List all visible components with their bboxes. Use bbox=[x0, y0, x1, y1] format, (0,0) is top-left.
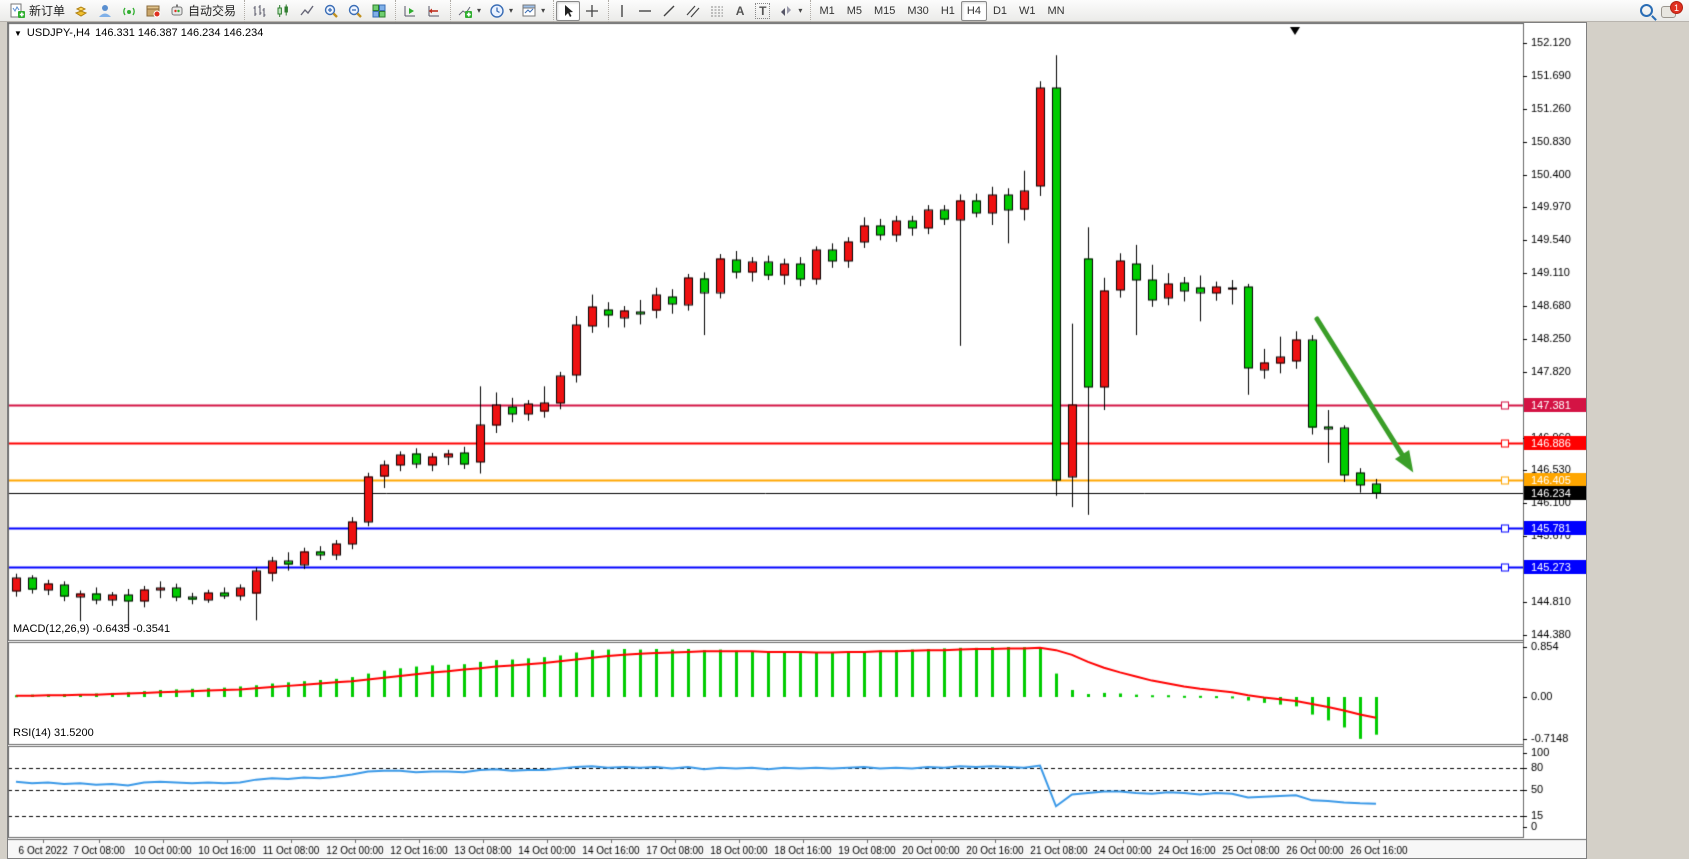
person-icon bbox=[97, 3, 113, 19]
timeframe-h4-button[interactable]: H4 bbox=[961, 1, 987, 21]
notification-badge: 1 bbox=[1670, 1, 1683, 14]
vertical-line-button[interactable] bbox=[611, 1, 633, 21]
auto-scroll-button[interactable] bbox=[398, 1, 422, 21]
timeframe-mn-button[interactable]: MN bbox=[1042, 1, 1071, 21]
arrows-button[interactable]: ▾ bbox=[774, 1, 806, 21]
templates-caret-icon: ▾ bbox=[541, 6, 545, 15]
auto-trading-icon bbox=[169, 3, 185, 19]
periods-caret-icon: ▾ bbox=[509, 6, 513, 15]
toolbar-group-cursor bbox=[553, 0, 606, 22]
toolbar-group-chartmode bbox=[244, 0, 393, 22]
rsi-indicator-label: RSI(14) 31.5200 bbox=[13, 727, 94, 739]
fibonacci-button[interactable] bbox=[705, 1, 729, 21]
horizontal-line-icon bbox=[637, 3, 653, 19]
periods-button[interactable]: ▾ bbox=[485, 1, 517, 21]
timeframe-m30-button[interactable]: M30 bbox=[901, 1, 934, 21]
toolbar-group-objects: A T ▾ bbox=[608, 0, 808, 22]
toolbar-right: 1 bbox=[1640, 3, 1685, 19]
new-order-icon bbox=[10, 3, 26, 19]
line-chart-icon bbox=[299, 3, 315, 19]
price-chart-canvas[interactable] bbox=[8, 23, 1586, 858]
timeframe-w1-button[interactable]: W1 bbox=[1013, 1, 1042, 21]
community-button[interactable] bbox=[93, 1, 117, 21]
chat-button[interactable]: 1 bbox=[1661, 3, 1679, 19]
timeframe-d1-button[interactable]: D1 bbox=[987, 1, 1013, 21]
bar-chart-button[interactable] bbox=[247, 1, 271, 21]
tile-windows-button[interactable] bbox=[367, 1, 391, 21]
arrows-caret-icon: ▾ bbox=[798, 6, 802, 15]
toolbar-group-scroll bbox=[395, 0, 448, 22]
crosshair-icon bbox=[584, 3, 600, 19]
ohlc-quote-label: 146.331 146.387 146.234 146.234 bbox=[95, 27, 263, 39]
timeframe-h1-button[interactable]: H1 bbox=[935, 1, 961, 21]
chart-menu-triangle-icon[interactable]: ▼ bbox=[14, 29, 22, 38]
text-label-icon: T bbox=[755, 3, 770, 19]
timeframe-m1-button[interactable]: M1 bbox=[813, 1, 840, 21]
cursor-arrow-icon bbox=[560, 3, 576, 19]
symbol-period-label: USDJPY-,H4 bbox=[27, 27, 90, 39]
main-toolbar: 新订单 自动交易 bbox=[0, 0, 1689, 22]
fibonacci-icon bbox=[709, 3, 725, 19]
trendline-button[interactable] bbox=[657, 1, 681, 21]
gold-bar-icon bbox=[73, 3, 89, 19]
templates-button[interactable]: ▾ bbox=[517, 1, 549, 21]
macd-indicator-label: MACD(12,26,9) -0.6435 -0.3541 bbox=[13, 623, 170, 635]
line-chart-button[interactable] bbox=[295, 1, 319, 21]
auto-scroll-icon bbox=[402, 3, 418, 19]
candle-chart-icon bbox=[275, 3, 291, 19]
market-box-icon bbox=[145, 3, 161, 19]
shapes-arrows-icon bbox=[778, 3, 794, 19]
timeframe-m5-button[interactable]: M5 bbox=[841, 1, 868, 21]
chart-title: ▼ USDJPY-,H4 146.331 146.387 146.234 146… bbox=[14, 27, 263, 39]
toolbar-group-trade: 新订单 自动交易 bbox=[4, 0, 242, 22]
text-button[interactable]: A bbox=[729, 1, 751, 21]
signal-icon bbox=[121, 3, 137, 19]
template-icon bbox=[521, 3, 537, 19]
bar-chart-icon bbox=[251, 3, 267, 19]
market-button[interactable] bbox=[141, 1, 165, 21]
zoom-in-button[interactable] bbox=[319, 1, 343, 21]
chart-shift-button[interactable] bbox=[422, 1, 446, 21]
chart-shift-icon bbox=[426, 3, 442, 19]
horizontal-line-button[interactable] bbox=[633, 1, 657, 21]
zoom-out-icon bbox=[347, 3, 363, 19]
empty-area bbox=[1588, 22, 1689, 859]
timeframe-m15-button[interactable]: M15 bbox=[868, 1, 901, 21]
auto-trading-button[interactable]: 自动交易 bbox=[165, 1, 240, 21]
zoom-in-icon bbox=[323, 3, 339, 19]
indicators-icon bbox=[457, 3, 473, 19]
channel-icon bbox=[685, 3, 701, 19]
toolbar-group-insert: ▾ ▾ ▾ bbox=[450, 0, 551, 22]
candle-chart-button[interactable] bbox=[271, 1, 295, 21]
vertical-line-icon bbox=[615, 3, 629, 19]
text-icon: A bbox=[736, 4, 745, 18]
clock-icon bbox=[489, 3, 505, 19]
equidistant-channel-button[interactable] bbox=[681, 1, 705, 21]
tile-windows-icon bbox=[371, 3, 387, 19]
auto-trading-label: 自动交易 bbox=[188, 2, 236, 19]
crosshair-button[interactable] bbox=[580, 1, 604, 21]
new-order-button[interactable]: 新订单 bbox=[6, 1, 69, 21]
timeframe-group: M1M5M15M30H1H4D1W1MN bbox=[810, 0, 1072, 22]
indicators-caret-icon: ▾ bbox=[477, 6, 481, 15]
quotes-button[interactable] bbox=[69, 1, 93, 21]
indicators-button[interactable]: ▾ bbox=[453, 1, 485, 21]
new-order-label: 新订单 bbox=[29, 2, 65, 19]
trendline-icon bbox=[661, 3, 677, 19]
signals-button[interactable] bbox=[117, 1, 141, 21]
zoom-out-button[interactable] bbox=[343, 1, 367, 21]
cursor-button[interactable] bbox=[556, 1, 580, 21]
search-icon[interactable] bbox=[1640, 4, 1653, 17]
chart-window: ▼ USDJPY-,H4 146.331 146.387 146.234 146… bbox=[7, 22, 1587, 859]
text-label-button[interactable]: T bbox=[751, 1, 774, 21]
